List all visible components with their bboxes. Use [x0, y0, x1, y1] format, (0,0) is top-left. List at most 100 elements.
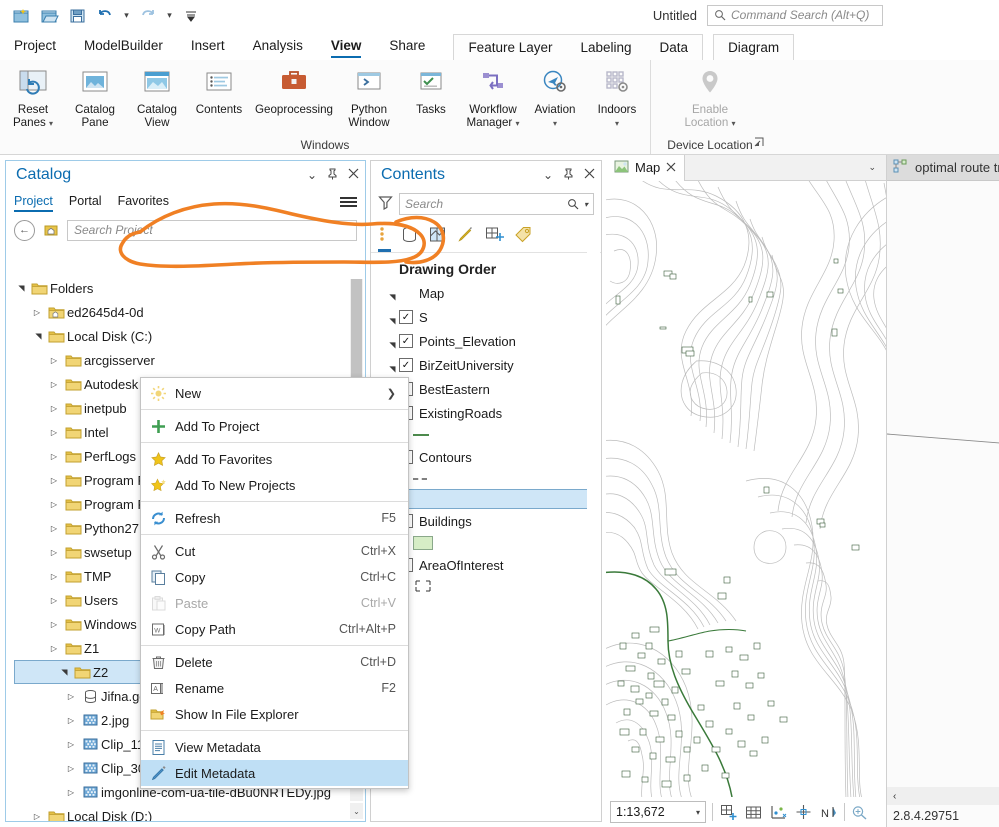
chevron-down-icon[interactable]: ▾ — [732, 119, 736, 128]
customize-qat-icon[interactable] — [178, 3, 204, 27]
contents-layer-row[interactable]: ◢Map — [371, 281, 601, 305]
device-location-dialog-launcher-icon[interactable] — [754, 137, 765, 151]
map-scale-combo[interactable]: 1:13,672 ▾ — [610, 801, 706, 823]
layer-visibility-checkbox[interactable]: ✓ — [399, 310, 413, 324]
menu-item-show-in-file-explorer[interactable]: Show In File Explorer — [141, 701, 408, 727]
right-view-canvas[interactable] — [887, 181, 999, 787]
tab-analysis[interactable]: Analysis — [239, 32, 317, 60]
open-project-icon[interactable] — [36, 3, 62, 27]
catalog-pane-button[interactable]: CatalogPane — [64, 64, 126, 129]
close-icon[interactable] — [584, 168, 595, 182]
expand-arrow-open-icon[interactable]: ◢ — [388, 310, 397, 324]
chevron-down-icon[interactable]: ⌄ — [868, 162, 886, 173]
expand-arrow-closed-icon[interactable]: ▷ — [63, 716, 79, 725]
expand-arrow-closed-icon[interactable]: ▷ — [46, 380, 62, 389]
list-by-data-source-icon[interactable] — [400, 225, 419, 247]
grid-icon[interactable] — [744, 802, 763, 822]
redo-dropdown-icon[interactable]: ▾ — [163, 3, 176, 27]
menu-item-cut[interactable]: CutCtrl+X — [141, 538, 408, 564]
home-icon[interactable] — [40, 220, 62, 241]
catalog-view-button[interactable]: CatalogView — [126, 64, 188, 129]
expand-arrow-closed-icon[interactable]: ▷ — [46, 620, 62, 629]
catalog-search-input[interactable]: Search Project — [67, 220, 357, 241]
save-project-icon[interactable] — [64, 3, 90, 27]
pin-icon[interactable] — [563, 168, 574, 183]
chevron-down-icon[interactable]: ▾ — [696, 808, 700, 817]
chevron-down-icon[interactable]: ▾ — [584, 200, 588, 209]
reset-panes-button[interactable]: ResetPanes ▾ — [2, 64, 64, 130]
catalog-tree-item[interactable]: ▷Local Disk (D:) — [6, 804, 365, 821]
new-project-icon[interactable] — [8, 3, 34, 27]
menu-item-edit-metadata[interactable]: Edit Metadata — [141, 760, 408, 786]
expand-arrow-closed-icon[interactable]: ▷ — [46, 428, 62, 437]
expand-arrow-closed-icon[interactable]: ▷ — [63, 788, 79, 797]
expand-arrow-closed-icon[interactable]: ▷ — [46, 404, 62, 413]
chevron-down-icon[interactable]: ▾ — [515, 119, 519, 128]
command-search-input[interactable]: Command Search (Alt+Q) — [707, 5, 883, 26]
list-by-selection-icon[interactable] — [428, 225, 447, 247]
close-icon[interactable] — [348, 168, 359, 182]
menu-item-rename[interactable]: ARenameF2 — [141, 675, 408, 701]
chevron-down-icon[interactable]: ▾ — [49, 119, 53, 128]
menu-item-copy[interactable]: CopyCtrl+C — [141, 564, 408, 590]
catalog-tab-portal[interactable]: Portal — [69, 194, 102, 211]
expand-arrow-open-icon[interactable]: ◢ — [388, 334, 397, 348]
pin-icon[interactable] — [327, 168, 338, 183]
tab-feature-layer[interactable]: Feature Layer — [454, 36, 566, 60]
tab-labeling[interactable]: Labeling — [566, 36, 645, 60]
contents-button[interactable]: Contents — [188, 64, 250, 116]
indoors-button[interactable]: Indoors▾ — [586, 64, 648, 130]
tab-modelbuilder[interactable]: ModelBuilder — [70, 32, 177, 60]
north-arrow-icon[interactable]: N — [819, 802, 838, 822]
right-view-horizontal-scrollbar[interactable]: ‹ — [887, 787, 999, 805]
layer-visibility-checkbox[interactable]: ✓ — [399, 334, 413, 348]
optimal-route-trace-tab[interactable]: optimal route trac — [887, 155, 999, 181]
menu-item-add-to-favorites[interactable]: Add To Favorites — [141, 446, 408, 472]
tasks-button[interactable]: Tasks — [400, 64, 462, 116]
expand-arrow-open-icon[interactable]: ◢ — [388, 286, 397, 300]
map-zoom-icon[interactable] — [851, 802, 870, 822]
enable-location-button[interactable]: EnableLocation ▾ — [666, 64, 754, 130]
expand-arrow-open-icon[interactable]: ◢ — [60, 664, 69, 680]
expand-arrow-closed-icon[interactable]: ▷ — [46, 356, 62, 365]
snapping-icon[interactable] — [794, 802, 813, 822]
tab-view[interactable]: View — [317, 32, 376, 60]
menu-item-delete[interactable]: DeleteCtrl+D — [141, 649, 408, 675]
expand-arrow-closed-icon[interactable]: ▷ — [29, 812, 45, 821]
menu-item-copy-path[interactable]: WCopy PathCtrl+Alt+P — [141, 616, 408, 642]
pane-menu-chevron-icon[interactable]: ⌄ — [543, 168, 553, 182]
menu-item-new[interactable]: New❯ — [141, 380, 408, 406]
map-canvas[interactable] — [606, 181, 886, 797]
tab-insert[interactable]: Insert — [177, 32, 239, 60]
expand-arrow-closed-icon[interactable]: ▷ — [46, 452, 62, 461]
catalog-tree-item[interactable]: ▷ed2645d4-0d — [6, 300, 365, 324]
list-by-drawing-order-icon[interactable] — [378, 224, 391, 247]
tab-project[interactable]: Project — [0, 32, 70, 60]
chevron-right-icon[interactable]: ❯ — [387, 387, 408, 400]
expand-arrow-open-icon[interactable]: ◢ — [388, 358, 397, 372]
menu-item-view-metadata[interactable]: View Metadata — [141, 734, 408, 760]
catalog-tab-favorites[interactable]: Favorites — [118, 194, 169, 211]
python-window-button[interactable]: PythonWindow — [338, 64, 400, 129]
redo-icon[interactable] — [135, 3, 161, 27]
catalog-tree-item[interactable]: ◢Local Disk (C:) — [6, 324, 365, 348]
pane-menu-chevron-icon[interactable]: ⌄ — [307, 168, 317, 182]
hamburger-icon[interactable] — [340, 197, 357, 207]
expand-arrow-closed-icon[interactable]: ▷ — [46, 596, 62, 605]
expand-arrow-closed-icon[interactable]: ▷ — [29, 308, 45, 317]
contents-layer-row[interactable]: ◢✓S — [371, 305, 601, 329]
expand-arrow-closed-icon[interactable]: ▷ — [46, 500, 62, 509]
expand-arrow-closed-icon[interactable]: ▷ — [46, 572, 62, 581]
expand-arrow-closed-icon[interactable]: ▷ — [46, 644, 62, 653]
expand-arrow-closed-icon[interactable]: ▷ — [63, 764, 79, 773]
map-view-tab[interactable]: Map — [606, 155, 685, 181]
tab-share[interactable]: Share — [375, 32, 439, 60]
back-arrow-icon[interactable]: ← — [14, 220, 35, 241]
catalog-tree-item[interactable]: ▷arcgisserver — [6, 348, 365, 372]
close-icon[interactable] — [666, 160, 676, 175]
expand-arrow-closed-icon[interactable]: ▷ — [46, 476, 62, 485]
layer-visibility-checkbox[interactable]: ✓ — [399, 358, 413, 372]
expand-arrow-closed-icon[interactable]: ▷ — [46, 524, 62, 533]
aviation-button[interactable]: Aviation▾ — [524, 64, 586, 130]
menu-item-add-to-project[interactable]: Add To Project — [141, 413, 408, 439]
